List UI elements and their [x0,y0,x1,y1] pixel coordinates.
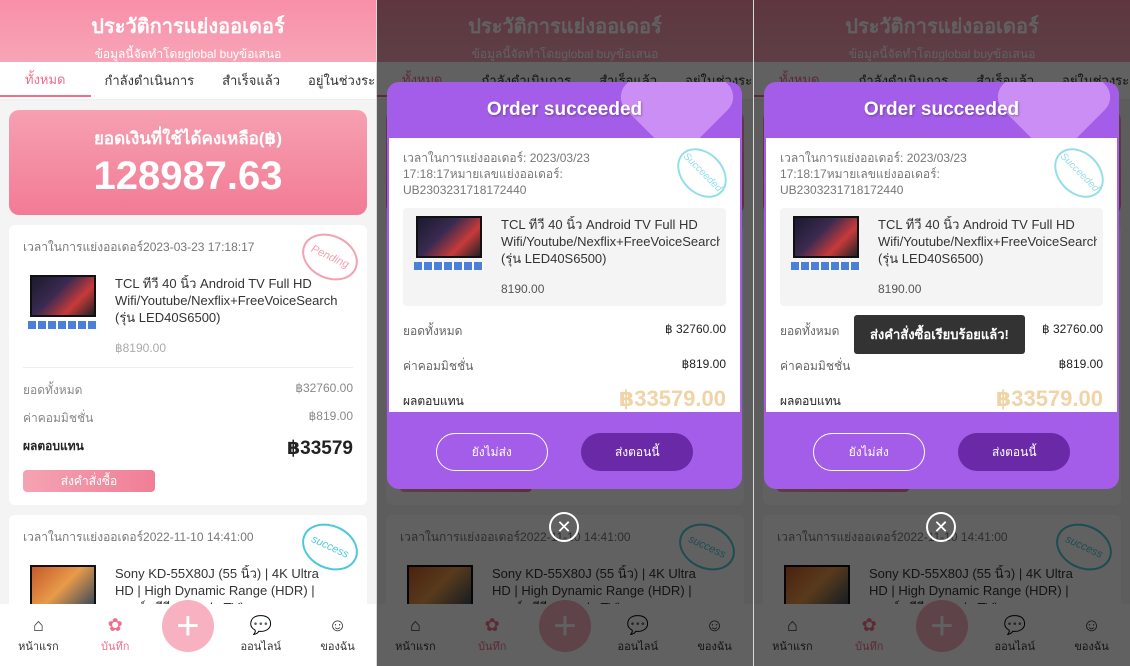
not-yet-button[interactable]: ยังไม่ส่ง [812,433,925,471]
balance-card: ยอดเงินที่ใช้ได้คงเหลือ(฿) 128987.63 [9,110,367,215]
commission-row: ค่าคอมมิชชั่น฿819.00 [403,357,726,373]
close-icon[interactable]: ✕ [549,512,579,542]
product-image [786,216,866,276]
tab-bar: ทั้งหมด กำลังดำเนินการ สำเร็จแล้ว อยู่ใน… [0,62,376,100]
product-info: TCL ทีวี 40 นิ้ว Android TV Full HD Wifi… [501,217,720,296]
modal-title: Order succeeded [486,99,643,120]
product-price: ฿8190.00 [115,341,167,355]
order-success-screen: ประวัติการแย่งออเดอร์ ข้อมูลนี้จัดทำโดยg… [377,0,753,666]
nav-profile[interactable]: ☺ของฉัน [308,615,368,655]
chat-icon: 💬 [249,615,272,635]
product-name-line: (รุ่น LED40S6500) [115,310,221,325]
product-row: TCL ทีวี 40 นิ้ว Android TV Full HD Wifi… [403,208,726,306]
product-info: TCL ทีวี 40 นิ้ว Android TV Full HD Wifi… [878,217,1097,296]
not-yet-button[interactable]: ยังไม่ส่ง [435,433,548,471]
product-image [409,216,489,276]
modal-actions: ยังไม่ส่ง ส่งตอนนี้ [764,433,1119,471]
submit-order-button[interactable]: ส่งคำสั่งซื้อ [23,470,155,492]
modal-title: Order succeeded [863,99,1020,120]
product-image [23,275,103,335]
total-row: ยอดทั้งหมด฿32760.00 [23,381,353,397]
modal-body: Succeeded เวลาในการแย่งออเดอร์: 2023/03/… [389,138,740,412]
nav-home[interactable]: ⌂หน้าแรก [8,615,68,655]
plus-button[interactable]: + [161,600,214,652]
balance-value: 128987.63 [93,154,283,198]
product-price: 8190.00 [501,282,545,296]
order-success-toast-screen: ประวัติการแย่งออเดอร์ ข้อมูลนี้จัดทำโดยg… [754,0,1130,666]
product-row: TCL ทีวี 40 นิ้ว Android TV Full HD Wifi… [780,208,1103,306]
success-toast: ส่งคำสั่งซื้อเรียบร้อยแล้ว! [854,315,1025,354]
home-icon: ⌂ [32,615,44,635]
nav-online[interactable]: 💬ออนไลน์ [231,615,291,655]
modal-body: Succeeded เวลาในการแย่งออเดอร์: 2023/03/… [766,138,1117,412]
tab-completed[interactable]: สำเร็จแล้ว [208,66,294,96]
records-icon: ✿ [107,615,123,635]
nav-records[interactable]: ✿บันทึก [85,615,145,655]
product-name-line: TCL ทีวี 40 นิ้ว Android TV Full HD [115,276,312,291]
order-success-modal: Order succeeded Succeeded เวลาในการแย่งอ… [764,82,1119,489]
order-history-screen: ประวัติการแย่งออเดอร์ ข้อมูลนี้จัดทำโดยg… [0,0,376,666]
header: ประวัติการแย่งออเดอร์ ข้อมูลนี้จัดทำโดยg… [0,0,376,62]
page-title: ประวัติการแย่งออเดอร์ [91,16,285,38]
product-name-line: Wifi/Youtube/Nexflix+FreeVoiceSearch [115,293,338,308]
order-card: เวลาในการแย่งออเดอร์2023-03-23 17:18:17 … [9,224,367,505]
modal-actions: ยังไม่ส่ง ส่งตอนนี้ [387,433,742,471]
order-success-modal: Order succeeded Succeeded เวลาในการแย่งอ… [387,82,742,489]
balance-label: ยอดเงินที่ใช้ได้คงเหลือ(฿) [93,129,283,148]
product-row: TCL ทีวี 40 นิ้ว Android TV Full HD Wifi… [23,275,353,357]
tab-in-progress[interactable]: กำลังดำเนินการ [91,66,209,96]
close-icon[interactable]: ✕ [926,512,956,542]
commission-row: ค่าคอมมิชชั่น฿819.00 [780,357,1103,373]
return-row: ผลตอบแทน฿33579 [23,438,353,459]
bottom-nav: ⌂หน้าแรก ✿บันทึก + 💬ออนไลน์ ☺ของฉัน [0,600,376,666]
return-row: ผลตอบแทน ฿33579.00 [780,386,1103,411]
total-row: ยอดทั้งหมด฿ 32760.00 [403,322,726,338]
tab-all[interactable]: ทั้งหมด [0,65,91,97]
commission-row: ค่าคอมมิชชั่น฿819.00 [23,409,353,425]
send-now-button[interactable]: ส่งตอนนี้ [581,433,694,471]
send-now-button[interactable]: ส่งตอนนี้ [958,433,1071,471]
tab-suspended[interactable]: อยู่ในช่วงระงับ [294,66,376,96]
product-info: TCL ทีวี 40 นิ้ว Android TV Full HD Wifi… [115,275,353,357]
return-row: ผลตอบแทน ฿33579.00 [403,386,726,411]
product-price: 8190.00 [878,282,922,296]
user-icon: ☺ [328,615,347,635]
